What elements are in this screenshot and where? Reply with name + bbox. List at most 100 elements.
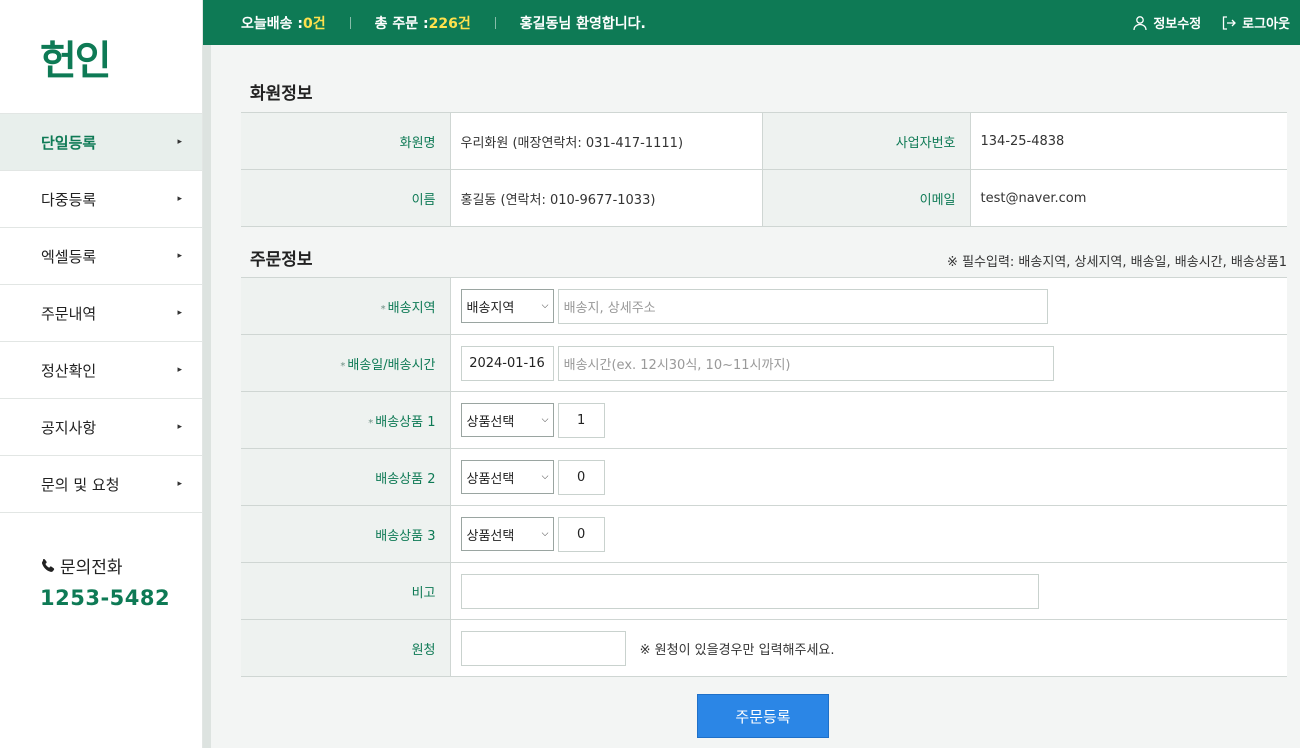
table-row: 화원명 우리화원 (매장연락처: 031-417-1111) 사업자번호 134… (241, 112, 1287, 170)
contact-number: 1253-5482 (40, 586, 171, 610)
shop-name-label: 화원명 (241, 112, 451, 170)
required-mark: * (380, 303, 386, 315)
chevron-down-icon: ⌵ (541, 529, 549, 539)
date-label: * 배송일/배송시간 (241, 334, 451, 392)
delivery-time-input[interactable]: 배송시간(ex. 12시30식, 10~11시까지) (557, 345, 1054, 381)
product1-select[interactable]: 상품선택 ⌵ (460, 403, 554, 437)
product1-label-text: 배송상품 1 (375, 414, 436, 430)
main-content: 화원정보 화원명 우리화원 (매장연락처: 031-417-1111) 사업자번… (211, 45, 1300, 748)
top-bar: 오늘배송 : 0건 총 주문 : 226건 홍길동님 환영합니다. 정보수정 로… (203, 0, 1300, 45)
contact-label-row: 문의전화 (40, 553, 202, 578)
date-cell: 2024-01-16 배송시간(ex. 12시30식, 10~11시까지) (450, 334, 1287, 392)
table-row: * 배송일/배송시간 2024-01-16 배송시간(ex. 12시30식, 10… (241, 334, 1287, 392)
contact-label: 문의전화 (60, 558, 123, 578)
sidebar-item-excel-register[interactable]: 엑셀등록 ▸ (0, 228, 202, 285)
shop-name-value: 우리화원 (매장연락처: 031-417-1111) (450, 112, 762, 170)
region-select[interactable]: 배송지역 ⌵ (460, 289, 554, 323)
product3-select[interactable]: 상품선택 ⌵ (460, 517, 554, 551)
product1-cell: 상품선택 ⌵ 1 (450, 391, 1287, 449)
submit-order-button[interactable]: 주문등록 (697, 694, 829, 738)
table-row: * 배송지역 배송지역 ⌵ 배송지, 상세주소 (241, 277, 1287, 335)
product2-label: 배송상품 2 (241, 448, 451, 506)
sidebar-item-multi-register[interactable]: 다중등록 ▸ (0, 171, 202, 228)
sender-note: ※ 원청이 있을경우만 입력해주세요. (639, 642, 835, 658)
product1-label: * 배송상품 1 (241, 391, 451, 449)
region-label: * 배송지역 (241, 277, 451, 335)
product2-cell: 상품선택 ⌵ 0 (450, 448, 1287, 506)
topbar-actions: 정보수정 로그아웃 (1132, 0, 1290, 45)
name-value: 홍길동 (연락처: 010-9677-1033) (450, 169, 762, 227)
logout-link[interactable]: 로그아웃 (1221, 13, 1290, 32)
total-orders: 총 주문 : 226건 (375, 13, 471, 33)
content-shadow (203, 45, 211, 748)
biz-number-value: 134-25-4838 (970, 112, 1287, 170)
sidebar-item-settlement[interactable]: 정산확인 ▸ (0, 342, 202, 399)
product3-label: 배송상품 3 (241, 505, 451, 563)
table-row: 이름 홍길동 (연락처: 010-9677-1033) 이메일 test@nav… (241, 169, 1287, 227)
sidebar-item-label: 공지사항 (41, 418, 97, 437)
table-row: 비고 (241, 562, 1287, 620)
sender-input[interactable] (460, 630, 626, 666)
sidebar-item-label: 정산확인 (41, 361, 97, 380)
logo[interactable]: 헌인 (0, 0, 202, 113)
chevron-right-icon: ▸ (177, 422, 182, 432)
chevron-down-icon: ⌵ (541, 472, 549, 482)
table-row: * 배송상품 1 상품선택 ⌵ 1 (241, 391, 1287, 449)
divider (349, 16, 351, 29)
chevron-right-icon: ▸ (177, 194, 182, 204)
total-orders-label: 총 주문 : (374, 15, 429, 32)
address-input[interactable]: 배송지, 상세주소 (557, 288, 1048, 324)
product3-cell: 상품선택 ⌵ 0 (450, 505, 1287, 563)
memo-input[interactable] (460, 573, 1039, 609)
region-label-text: 배송지역 (387, 300, 436, 316)
today-delivery: 오늘배송 : 0건 (241, 13, 326, 33)
sidebar-item-single-register[interactable]: 단일등록 ▸ (0, 114, 202, 171)
delivery-date-input[interactable]: 2024-01-16 (460, 345, 554, 381)
sidebar-item-label: 주문내역 (41, 304, 97, 323)
sidebar-item-label: 단일등록 (41, 133, 97, 152)
sender-cell: ※ 원청이 있을경우만 입력해주세요. (450, 619, 1287, 677)
sidebar-item-label: 엑셀등록 (41, 247, 97, 266)
chevron-right-icon: ▸ (177, 137, 182, 147)
product2-select-value: 상품선택 (466, 471, 515, 487)
sidebar-item-order-history[interactable]: 주문내역 ▸ (0, 285, 202, 342)
product2-select[interactable]: 상품선택 ⌵ (460, 460, 554, 494)
product2-qty-input[interactable]: 0 (557, 459, 605, 495)
member-section-title: 화원정보 (250, 84, 313, 104)
required-mark: * (340, 360, 346, 372)
sidebar-item-inquiry[interactable]: 문의 및 요청 ▸ (0, 456, 202, 513)
product3-qty-input[interactable]: 0 (557, 516, 605, 552)
sidebar-item-label: 문의 및 요청 (41, 475, 120, 494)
memo-label: 비고 (241, 562, 451, 620)
table-row: 배송상품 3 상품선택 ⌵ 0 (241, 505, 1287, 563)
order-section-title: 주문정보 (250, 250, 313, 270)
member-info-table: 화원명 우리화원 (매장연락처: 031-417-1111) 사업자번호 134… (241, 112, 1287, 227)
sender-label: 원청 (241, 619, 451, 677)
chevron-down-icon: ⌵ (541, 301, 549, 311)
table-row: 원청 ※ 원청이 있을경우만 입력해주세요. (241, 619, 1287, 677)
phone-icon (41, 558, 55, 572)
sidebar-menu: 단일등록 ▸ 다중등록 ▸ 엑셀등록 ▸ 주문내역 ▸ 정산확인 ▸ 공지사항 … (0, 113, 202, 513)
total-orders-count: 226건 (428, 15, 471, 32)
product1-qty-input[interactable]: 1 (557, 402, 605, 438)
today-delivery-label: 오늘배송 : (241, 15, 303, 32)
chevron-right-icon: ▸ (177, 251, 182, 261)
chevron-down-icon: ⌵ (541, 415, 549, 425)
chevron-right-icon: ▸ (177, 365, 182, 375)
name-label: 이름 (241, 169, 451, 227)
product1-select-value: 상품선택 (466, 414, 515, 430)
edit-info-link[interactable]: 정보수정 (1132, 13, 1201, 32)
user-icon (1133, 15, 1147, 30)
email-label: 이메일 (761, 169, 971, 227)
required-fields-note: ※ 필수입력: 배송지역, 상세지역, 배송일, 배송시간, 배송상품1 (947, 255, 1287, 270)
biz-number-label: 사업자번호 (761, 112, 971, 170)
region-select-value: 배송지역 (466, 300, 515, 316)
sidebar: 헌인 단일등록 ▸ 다중등록 ▸ 엑셀등록 ▸ 주문내역 ▸ 정산확인 ▸ 공지… (0, 0, 203, 748)
table-row: 배송상품 2 상품선택 ⌵ 0 (241, 448, 1287, 506)
email-value: test@naver.com (970, 169, 1287, 227)
sidebar-item-notice[interactable]: 공지사항 ▸ (0, 399, 202, 456)
welcome-text: 홍길동님 환영합니다. (519, 15, 646, 32)
region-cell: 배송지역 ⌵ 배송지, 상세주소 (450, 277, 1287, 335)
chevron-right-icon: ▸ (177, 479, 182, 489)
edit-info-label: 정보수정 (1153, 17, 1202, 32)
